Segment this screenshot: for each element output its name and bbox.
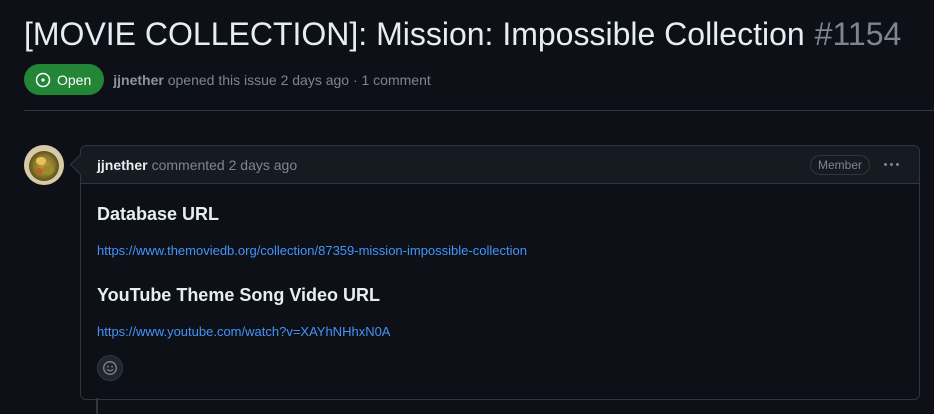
comment-header-actions: Member: [809, 154, 903, 175]
issue-meta-action: opened this issue 2 days ago · 1 comment: [167, 71, 431, 88]
comment-header: jjnether commented 2 days ago Member: [81, 146, 919, 184]
avatar[interactable]: [24, 145, 64, 185]
issue-title-row: [MOVIE COLLECTION]: Mission: Impossible …: [24, 16, 901, 53]
timeline-line: [96, 398, 98, 414]
comment-box: jjnether commented 2 days ago Member Dat…: [80, 145, 920, 400]
issue-title: [MOVIE COLLECTION]: Mission: Impossible …: [24, 16, 805, 52]
section-heading-youtube: YouTube Theme Song Video URL: [97, 285, 381, 305]
comment-body: Database URL https://www.themoviedb.org/…: [81, 184, 919, 339]
smiley-icon: [103, 361, 117, 375]
member-badge: Member: [809, 154, 870, 175]
issue-meta: Open jjnether opened this issue 2 days a…: [24, 64, 431, 95]
youtube-url-link[interactable]: https://www.youtube.com/watch?v=XAYhNHhx…: [97, 324, 903, 339]
add-reaction-button[interactable]: [97, 355, 123, 381]
state-badge: Open: [24, 64, 105, 95]
issue-author-link[interactable]: jjnether: [113, 72, 167, 88]
avatar-image: [24, 145, 64, 185]
issue-opened-icon: [35, 72, 51, 87]
section-heading-database: Database URL: [97, 204, 220, 224]
database-url-link[interactable]: https://www.themoviedb.org/collection/87…: [97, 243, 903, 258]
header-divider: [24, 110, 934, 111]
comment-author-link[interactable]: jjnether: [97, 157, 148, 173]
kebab-horizontal-icon[interactable]: [880, 159, 903, 170]
issue-number: #1154: [814, 16, 902, 52]
comment-timestamp[interactable]: commented 2 days ago: [152, 157, 298, 173]
state-label: Open: [57, 71, 92, 88]
issue-meta-text: jjnether opened this issue 2 days ago · …: [113, 72, 431, 88]
issue-page: [MOVIE COLLECTION]: Mission: Impossible …: [0, 0, 934, 414]
